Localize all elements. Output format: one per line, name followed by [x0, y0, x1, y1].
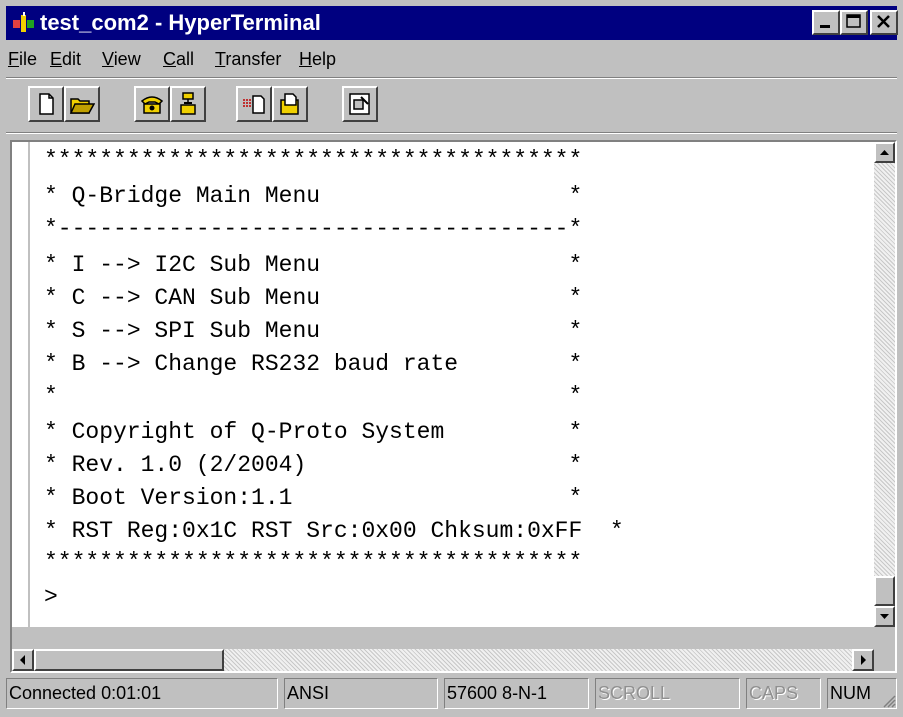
- receive-icon: [280, 93, 299, 115]
- scrollbar-corner: [874, 649, 895, 671]
- vertical-scroll-thumb[interactable]: [874, 576, 895, 606]
- scroll-right-button[interactable]: [852, 649, 874, 671]
- terminal-line: * Copyright of Q-Proto System *: [44, 419, 583, 445]
- send-icon: [243, 95, 265, 114]
- status-port-settings: 57600 8-N-1: [444, 678, 589, 709]
- receive-button[interactable]: [272, 86, 308, 122]
- terminal-line: * I --> I2C Sub Menu *: [44, 252, 583, 278]
- close-icon: [877, 15, 890, 28]
- terminal-line: * S --> SPI Sub Menu *: [44, 318, 583, 344]
- terminal-screen[interactable]: *************************************** …: [12, 142, 874, 627]
- toolbar-separator: [6, 132, 897, 134]
- status-emulation: ANSI: [284, 678, 438, 709]
- properties-button[interactable]: [342, 86, 378, 122]
- menu-edit[interactable]: Edit: [50, 44, 81, 74]
- terminal-line: * C --> CAN Sub Menu *: [44, 285, 583, 311]
- status-caps: CAPS: [746, 678, 821, 709]
- menu-help[interactable]: Help: [299, 44, 336, 74]
- connect-icon: [140, 96, 164, 114]
- terminal-line: * B --> Change RS232 baud rate *: [44, 351, 583, 377]
- window-title: test_com2 - HyperTerminal: [40, 10, 321, 35]
- hyperterminal-icon: [13, 12, 34, 32]
- open-icon: [69, 98, 95, 114]
- menu-call[interactable]: Call: [163, 44, 194, 74]
- down-arrow-icon: [880, 614, 889, 619]
- connect-button[interactable]: [134, 86, 170, 122]
- title-bar[interactable]: test_com2 - HyperTerminal: [6, 6, 898, 40]
- terminal-text-area[interactable]: *************************************** …: [28, 142, 876, 627]
- terminal-line: * RST Reg:0x1C RST Src:0x00 Chksum:0xFF …: [44, 518, 624, 544]
- new-icon: [39, 93, 54, 115]
- terminal-line: ***************************************: [44, 147, 583, 173]
- maximize-icon: [846, 14, 861, 28]
- left-arrow-icon: [20, 655, 25, 665]
- terminal-line: ***************************************: [44, 549, 583, 575]
- terminal-line: *-------------------------------------*: [44, 216, 583, 242]
- status-bar: Connected 0:01:01 ANSI 57600 8-N-1 SCROL…: [6, 678, 897, 710]
- horizontal-scroll-thumb[interactable]: [34, 649, 224, 671]
- scroll-up-button[interactable]: [874, 142, 895, 163]
- hyperterminal-window: test_com2 - HyperTerminal File Edit View…: [0, 0, 903, 717]
- open-button[interactable]: [64, 86, 100, 122]
- scroll-down-button[interactable]: [874, 606, 895, 627]
- minimize-icon: [820, 25, 830, 28]
- new-connection-button[interactable]: [28, 86, 64, 122]
- scroll-left-button[interactable]: [12, 649, 34, 671]
- vertical-scrollbar[interactable]: [874, 142, 895, 627]
- terminal-prompt: >: [44, 584, 58, 610]
- status-scroll: SCROLL: [595, 678, 740, 709]
- terminal-line: * Boot Version:1.1 *: [44, 485, 583, 511]
- maximize-button[interactable]: [840, 10, 868, 35]
- right-arrow-icon: [861, 655, 866, 665]
- menu-file[interactable]: File: [8, 44, 37, 74]
- up-arrow-icon: [880, 150, 889, 155]
- disconnect-icon: [180, 92, 196, 115]
- minimize-button[interactable]: [812, 10, 840, 35]
- menu-separator: [6, 77, 897, 79]
- close-button[interactable]: [870, 10, 898, 35]
- terminal-line: * Q-Bridge Main Menu *: [44, 183, 583, 209]
- send-button[interactable]: [236, 86, 272, 122]
- disconnect-button[interactable]: [170, 86, 206, 122]
- resize-grip-icon[interactable]: [882, 694, 896, 708]
- terminal-line: * Rev. 1.0 (2/2004) *: [44, 452, 583, 478]
- menu-view[interactable]: View: [102, 44, 141, 74]
- menu-transfer[interactable]: Transfer: [215, 44, 281, 74]
- terminal-line: * *: [44, 383, 583, 409]
- status-connection: Connected 0:01:01: [6, 678, 278, 709]
- properties-icon: [349, 93, 370, 115]
